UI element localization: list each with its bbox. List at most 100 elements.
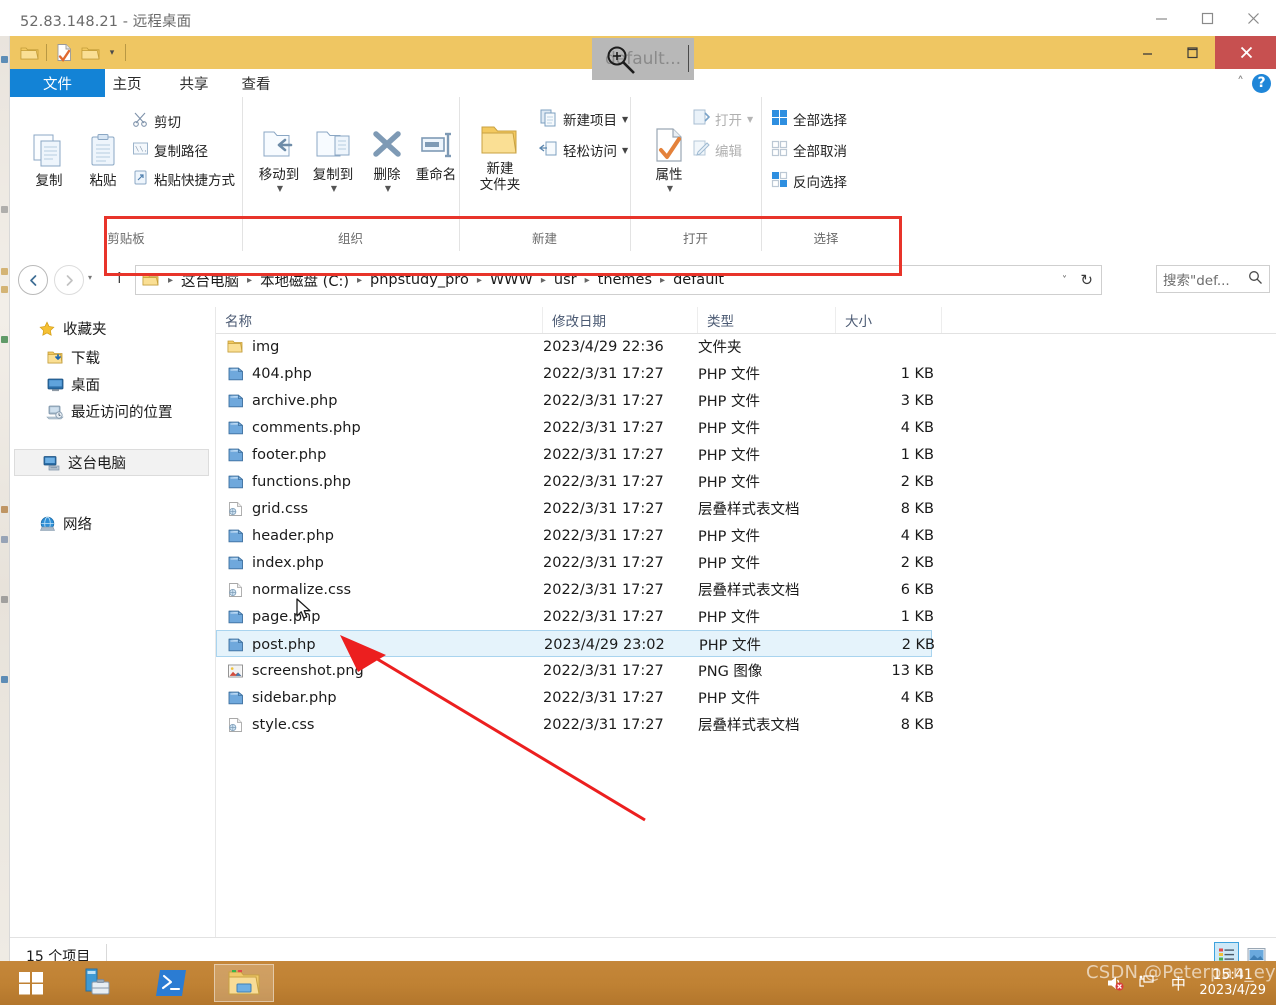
table-row[interactable]: screenshot.png 2022/3/31 17:27 PNG 图像 13 KB — [216, 657, 1276, 684]
table-row[interactable]: index.php 2022/3/31 17:27 PHP 文件 2 KB — [216, 549, 1276, 576]
breadcrumb-item-1[interactable]: 本地磁盘 (C:) — [256, 269, 353, 292]
rdp-maximize-button[interactable] — [1184, 0, 1230, 36]
history-dropdown-icon[interactable]: ▾ — [88, 273, 92, 282]
chevron-down-icon-5[interactable]: ▼ — [622, 146, 628, 155]
table-row[interactable]: comments.php 2022/3/31 17:27 PHP 文件 4 KB — [216, 414, 1276, 441]
back-arrow-icon[interactable] — [18, 265, 48, 295]
ribbon-select-none-button[interactable]: 全部取消 — [771, 138, 847, 162]
taskbar-server-manager-icon[interactable] — [68, 964, 128, 1002]
column-header-size[interactable]: 大小 — [836, 307, 942, 333]
column-header-date[interactable]: 修改日期 — [543, 307, 698, 333]
chevron-down-icon-4[interactable]: ▼ — [622, 115, 628, 124]
chevron-down-icon-2[interactable]: ▼ — [331, 184, 337, 193]
breadcrumb-item-5[interactable]: themes — [594, 271, 656, 289]
file-name-cell[interactable]: sidebar.php — [226, 684, 337, 711]
sidebar-item-recent-places[interactable]: 最近访问的位置 — [10, 398, 215, 425]
chevron-down-icon-7[interactable]: ▼ — [747, 115, 753, 124]
table-row[interactable]: functions.php 2022/3/31 17:27 PHP 文件 2 KB — [216, 468, 1276, 495]
table-row[interactable]: style.css 2022/3/31 17:27 层叠样式表文档 8 KB — [216, 711, 1276, 738]
file-name-cell[interactable]: index.php — [226, 549, 324, 576]
search-input[interactable]: 搜索"def... — [1156, 265, 1270, 293]
ribbon-new-folder-button[interactable]: 新建 文件夹 — [465, 113, 535, 193]
ribbon-rename-button[interactable]: 重命名 — [405, 119, 467, 184]
ribbon-copy-button[interactable]: 复制 — [18, 125, 80, 190]
windows-start-icon[interactable] — [8, 965, 54, 1001]
ribbon-easy-access-button[interactable]: 轻松访问 ▼ — [538, 138, 628, 162]
file-name-cell[interactable]: archive.php — [226, 387, 337, 414]
table-row[interactable]: normalize.css 2022/3/31 17:27 层叠样式表文档 6 KB — [216, 576, 1276, 603]
file-name-cell[interactable]: normalize.css — [226, 576, 351, 603]
ribbon-new-item-button[interactable]: 新建项目 ▼ — [539, 107, 628, 131]
file-name-cell[interactable]: functions.php — [226, 468, 351, 495]
explorer-restore-button[interactable] — [1170, 36, 1215, 69]
table-row[interactable]: sidebar.php 2022/3/31 17:27 PHP 文件 4 KB — [216, 684, 1276, 711]
breadcrumb-item-3[interactable]: WWW — [486, 271, 537, 289]
column-header-type[interactable]: 类型 — [698, 307, 836, 333]
volume-muted-icon[interactable] — [1106, 973, 1126, 993]
search-icon[interactable] — [1248, 270, 1263, 289]
taskbar-file-explorer-icon[interactable] — [214, 964, 274, 1002]
table-row[interactable]: page.php 2022/3/31 17:27 PHP 文件 1 KB — [216, 603, 1276, 630]
folder-icon[interactable] — [16, 40, 42, 65]
forward-arrow-icon[interactable] — [54, 265, 84, 295]
properties-icon[interactable] — [51, 40, 77, 65]
table-row[interactable]: 404.php 2022/3/31 17:27 PHP 文件 1 KB — [216, 360, 1276, 387]
ribbon-cut-button[interactable]: 剪切 — [132, 109, 181, 133]
table-row[interactable]: footer.php 2022/3/31 17:27 PHP 文件 1 KB — [216, 441, 1276, 468]
help-icon[interactable]: ? — [1252, 73, 1271, 93]
ribbon-invert-selection-button[interactable]: 反向选择 — [771, 169, 847, 193]
table-row[interactable]: img 2023/4/29 22:36 文件夹 — [216, 333, 1276, 360]
address-bar[interactable]: ▸ 这台电脑 ▸ 本地磁盘 (C:) ▸ phpstudy_pro ▸ WWW … — [135, 265, 1102, 295]
breadcrumb-item-2[interactable]: phpstudy_pro — [366, 271, 473, 289]
network-tray-icon[interactable] — [1137, 973, 1157, 993]
ribbon-select-all-button[interactable]: 全部选择 — [771, 107, 847, 131]
ribbon-paste-button[interactable]: 粘贴 — [72, 125, 134, 190]
file-name-cell[interactable]: footer.php — [226, 441, 326, 468]
rdp-minimize-button[interactable] — [1138, 0, 1184, 36]
ribbon-open-button[interactable]: 打开 ▼ — [692, 107, 753, 131]
column-header-name[interactable]: 名称 — [216, 307, 543, 333]
sidebar-item-network[interactable]: 网络 — [10, 510, 215, 537]
table-row[interactable]: post.php 2023/4/29 23:02 PHP 文件 2 KB — [216, 630, 935, 658]
file-name-cell[interactable]: 404.php — [226, 360, 312, 387]
sidebar-item-desktop[interactable]: 桌面 — [10, 371, 215, 398]
file-name-cell[interactable]: post.php — [226, 631, 316, 658]
chevron-down-icon-6[interactable]: ▼ — [667, 184, 673, 193]
table-row[interactable]: archive.php 2022/3/31 17:27 PHP 文件 3 KB — [216, 387, 1276, 414]
breadcrumb-item-4[interactable]: usr — [550, 271, 581, 289]
file-name-cell[interactable]: img — [226, 333, 279, 360]
file-name-cell[interactable]: header.php — [226, 522, 334, 549]
clock[interactable]: 15:41 2023/4/29 — [1199, 967, 1270, 998]
explorer-minimize-button[interactable] — [1125, 36, 1170, 69]
ime-indicator[interactable]: 中 — [1168, 973, 1188, 993]
new-folder-icon[interactable] — [77, 40, 103, 65]
ribbon-copy-path-button[interactable]: \\.. 复制路径 — [132, 138, 208, 162]
breadcrumb-item-0[interactable]: 这台电脑 — [177, 269, 243, 292]
up-arrow-icon[interactable]: ↑ — [113, 269, 126, 287]
address-dropdown-icon[interactable]: ˅ — [1062, 275, 1067, 286]
ribbon-copy-to-button[interactable]: 复制到 ▼ — [302, 119, 364, 193]
ribbon-properties-button[interactable]: 属性 ▼ — [638, 119, 700, 193]
refresh-icon[interactable]: ↻ — [1080, 271, 1093, 289]
file-name-cell[interactable]: screenshot.png — [226, 657, 364, 684]
chevron-up-icon[interactable]: ˄ — [1237, 75, 1244, 91]
quick-access-caret-icon[interactable]: ▾ — [103, 42, 121, 64]
file-name-cell[interactable]: style.css — [226, 711, 314, 738]
sidebar-item-favorites[interactable]: 收藏夹 — [10, 315, 215, 342]
breadcrumb-item-6[interactable]: default — [669, 271, 728, 289]
chevron-down-icon[interactable]: ▼ — [277, 184, 283, 193]
file-name-cell[interactable]: grid.css — [226, 495, 308, 522]
taskbar-powershell-icon[interactable] — [142, 964, 202, 1002]
chevron-down-icon-3[interactable]: ▼ — [385, 184, 391, 193]
explorer-close-button[interactable] — [1215, 36, 1276, 69]
ribbon-move-to-button[interactable]: 移动到 ▼ — [248, 119, 310, 193]
tab-view[interactable]: 查看 — [211, 69, 301, 97]
file-name-cell[interactable]: comments.php — [226, 414, 361, 441]
ribbon-edit-button[interactable]: 编辑 — [692, 138, 742, 162]
table-row[interactable]: header.php 2022/3/31 17:27 PHP 文件 4 KB — [216, 522, 1276, 549]
sidebar-item-this-pc[interactable]: 这台电脑 — [14, 449, 209, 476]
sidebar-item-downloads[interactable]: 下载 — [10, 344, 215, 371]
rdp-close-button[interactable] — [1230, 0, 1276, 36]
ribbon-paste-shortcut-button[interactable]: 粘贴快捷方式 — [132, 167, 235, 191]
table-row[interactable]: grid.css 2022/3/31 17:27 层叠样式表文档 8 KB — [216, 495, 1276, 522]
